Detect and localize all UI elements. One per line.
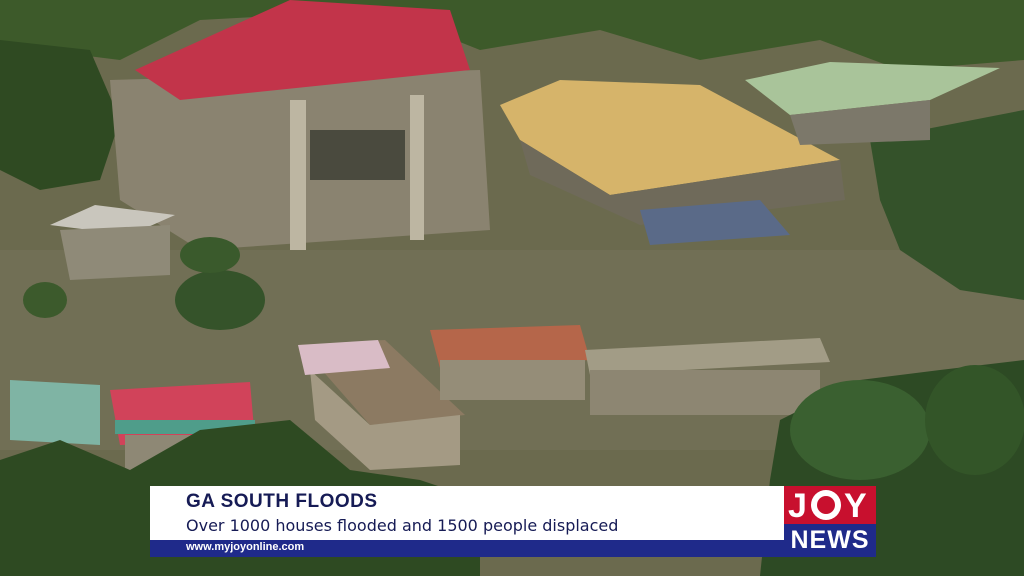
tree-foreground-right <box>790 380 930 480</box>
logo-o-ring-icon <box>811 490 841 520</box>
url-text: www.myjoyonline.com <box>186 541 305 553</box>
headline-panel: GA SOUTH FLOODS Over 1000 houses flooded… <box>150 486 784 540</box>
hut-left-walls <box>60 225 170 280</box>
logo-o-dot <box>817 496 835 514</box>
building-column-1 <box>290 100 306 250</box>
headline: GA SOUTH FLOODS <box>186 491 378 512</box>
logo-bottom-navy: NEWS <box>784 524 876 557</box>
tree-foreground-far-right <box>925 365 1024 475</box>
tree-submerged-3 <box>180 237 240 273</box>
subheadline: Over 1000 houses flooded and 1500 people… <box>186 516 619 535</box>
logo-news-text: NEWS <box>790 526 870 554</box>
logo-top-red: J Y <box>784 486 876 525</box>
logo-letter-j: J <box>788 487 807 525</box>
building-window-band <box>310 130 405 180</box>
logo-letter-y: Y <box>844 487 867 525</box>
house-rust-walls <box>440 360 585 400</box>
news-lower-third: GA SOUTH FLOODS Over 1000 houses flooded… <box>150 486 876 557</box>
tree-submerged-2 <box>23 282 67 318</box>
building-column-2 <box>410 95 424 240</box>
house-teal-roof <box>10 380 100 445</box>
url-bar: www.myjoyonline.com <box>150 540 784 557</box>
tree-submerged-1 <box>175 270 265 330</box>
joy-news-logo: J Y NEWS <box>784 486 876 557</box>
house-long-walls <box>590 370 820 415</box>
